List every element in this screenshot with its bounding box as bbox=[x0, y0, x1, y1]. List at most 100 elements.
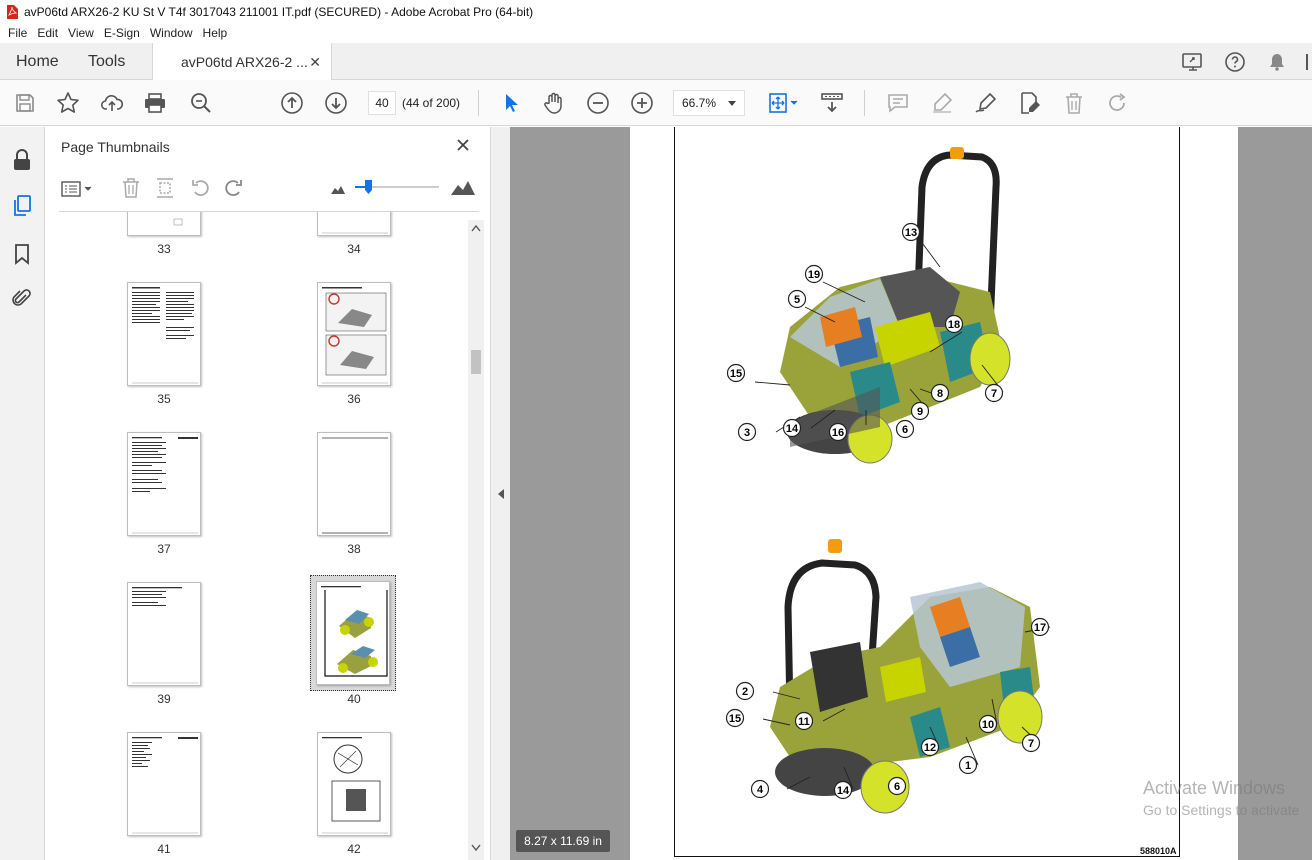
thumbnail-label-40: 40 bbox=[347, 692, 361, 706]
next-page-icon[interactable] bbox=[324, 91, 348, 115]
delete-page-icon[interactable] bbox=[121, 177, 141, 202]
callout-7: 7 bbox=[1021, 733, 1041, 753]
hand-tool-icon[interactable] bbox=[542, 91, 566, 115]
edit-document-icon[interactable] bbox=[1018, 91, 1042, 115]
zoom-in-icon[interactable] bbox=[630, 91, 654, 115]
page-thumbnail-37[interactable] bbox=[127, 432, 201, 536]
more-options-icon[interactable] bbox=[1302, 51, 1312, 73]
comment-icon[interactable] bbox=[886, 91, 910, 115]
zoom-level-select[interactable]: 66.7% bbox=[673, 90, 745, 116]
thumbnail-label-39: 39 bbox=[157, 692, 171, 706]
share-screen-icon[interactable] bbox=[1182, 51, 1204, 73]
scrollbar-thumb[interactable] bbox=[471, 350, 481, 374]
upload-cloud-icon[interactable] bbox=[100, 91, 124, 115]
thumbnail-toolbar bbox=[59, 177, 479, 201]
callout-15: 15 bbox=[726, 363, 746, 383]
page-thumbnail-36[interactable] bbox=[317, 282, 391, 386]
menu-window[interactable]: Window bbox=[146, 26, 197, 40]
page-thumbnail-42[interactable] bbox=[317, 732, 391, 836]
tab-home[interactable]: Home bbox=[16, 43, 59, 80]
callout-16: 16 bbox=[828, 422, 848, 442]
svg-text:15: 15 bbox=[729, 713, 741, 725]
page-fit-icon[interactable] bbox=[765, 91, 801, 115]
select-cursor-icon[interactable] bbox=[499, 91, 523, 115]
page-thumbnail-34[interactable] bbox=[317, 212, 391, 236]
rotate-left-icon[interactable] bbox=[189, 177, 211, 202]
tab-tools[interactable]: Tools bbox=[88, 43, 125, 80]
page-thumbnails-icon[interactable] bbox=[11, 195, 33, 217]
lock-icon[interactable] bbox=[11, 149, 33, 171]
svg-text:9: 9 bbox=[917, 406, 923, 418]
svg-text:19: 19 bbox=[808, 269, 820, 281]
page-number-input[interactable]: 40 bbox=[368, 91, 396, 115]
thumbnails-scrollbar[interactable] bbox=[468, 220, 484, 860]
delete-trash-icon[interactable] bbox=[1062, 91, 1086, 115]
page-thumbnail-41[interactable] bbox=[127, 732, 201, 836]
menu-edit[interactable]: Edit bbox=[33, 26, 62, 40]
page-thumbnail-39[interactable] bbox=[127, 582, 201, 686]
menu-file[interactable]: File bbox=[4, 26, 31, 40]
callout-4: 4 bbox=[750, 779, 770, 799]
svg-text:16: 16 bbox=[832, 427, 844, 439]
bottom-roller-drawing bbox=[770, 539, 1043, 814]
chevron-down-icon bbox=[728, 101, 736, 106]
scroll-mode-icon[interactable] bbox=[820, 91, 844, 115]
callout-13: 13 bbox=[901, 222, 921, 242]
bookmarks-icon[interactable] bbox=[11, 243, 33, 265]
pdf-page: 13 19 5 18 15 7 8 9 3 14 16 6 17 2 15 11 10 7 12 1 4 14 6 588… bbox=[630, 127, 1238, 860]
tab-close-icon[interactable]: ✕ bbox=[309, 54, 321, 71]
page-thumbnail-33[interactable] bbox=[127, 212, 201, 236]
zoom-out-icon[interactable] bbox=[586, 91, 610, 115]
tab-document-label: avP06td ARX26-2 ... bbox=[181, 54, 308, 70]
thumbnail-label-42: 42 bbox=[347, 842, 361, 856]
tab-bar: Home Tools avP06td ARX26-2 ... ✕ bbox=[0, 43, 1312, 81]
page-thumbnail-38[interactable] bbox=[317, 432, 391, 536]
title-bar: avP06td ARX26-2 KU St V T4f 3017043 2110… bbox=[0, 0, 1312, 23]
page-thumbnail-35[interactable] bbox=[127, 282, 201, 386]
notifications-bell-icon[interactable] bbox=[1266, 51, 1288, 73]
tab-document[interactable]: avP06td ARX26-2 ... ✕ bbox=[152, 43, 332, 81]
svg-text:13: 13 bbox=[905, 227, 917, 239]
previous-page-icon[interactable] bbox=[280, 91, 304, 115]
thumbnail-label-36: 36 bbox=[347, 392, 361, 406]
svg-text:6: 6 bbox=[894, 781, 900, 793]
zoom-search-icon[interactable] bbox=[189, 91, 213, 115]
rotate-right-icon[interactable] bbox=[223, 177, 245, 202]
svg-text:7: 7 bbox=[991, 388, 997, 400]
attachments-paperclip-icon[interactable] bbox=[11, 287, 33, 309]
scroll-up-icon[interactable] bbox=[471, 224, 481, 232]
extract-page-icon[interactable] bbox=[155, 177, 175, 202]
thumbnail-label-33: 33 bbox=[157, 242, 171, 256]
svg-text:14: 14 bbox=[786, 423, 799, 435]
menu-view[interactable]: View bbox=[64, 26, 98, 40]
panel-splitter[interactable] bbox=[490, 127, 510, 860]
thumbnail-label-34: 34 bbox=[347, 242, 361, 256]
highlight-pen-icon[interactable] bbox=[930, 91, 954, 115]
sign-pen-icon[interactable] bbox=[974, 91, 998, 115]
acrobat-icon bbox=[7, 4, 18, 19]
thumbnail-list: 33 34 35 36 37 38 39 40 41 42 bbox=[59, 212, 469, 860]
svg-text:18: 18 bbox=[948, 319, 960, 331]
figure-code: 588010A bbox=[1140, 846, 1177, 856]
page-thumbnail-40[interactable] bbox=[316, 581, 390, 685]
collapse-panel-arrow-icon[interactable] bbox=[498, 489, 504, 499]
scroll-down-icon[interactable] bbox=[471, 844, 481, 852]
menu-bar: File Edit View E-Sign Window Help bbox=[0, 23, 1312, 43]
save-icon[interactable] bbox=[13, 91, 37, 115]
menu-esign[interactable]: E-Sign bbox=[100, 26, 144, 40]
bookmark-star-icon[interactable] bbox=[56, 91, 80, 115]
callout-1: 1 bbox=[958, 755, 978, 775]
menu-help[interactable]: Help bbox=[199, 26, 232, 40]
svg-text:2: 2 bbox=[742, 686, 748, 698]
redo-icon[interactable] bbox=[1106, 91, 1130, 115]
print-icon[interactable] bbox=[143, 91, 167, 115]
callout-12: 12 bbox=[920, 737, 940, 757]
thumbnail-size-slider[interactable] bbox=[355, 177, 439, 197]
options-menu-icon[interactable] bbox=[61, 179, 95, 202]
thumbnail-label-38: 38 bbox=[347, 542, 361, 556]
close-icon[interactable] bbox=[455, 137, 471, 153]
activate-windows-title: Activate Windows bbox=[1143, 778, 1286, 798]
help-icon[interactable] bbox=[1224, 51, 1246, 73]
svg-text:3: 3 bbox=[744, 427, 750, 439]
document-view[interactable]: 13 19 5 18 15 7 8 9 3 14 16 6 17 2 15 11 10 7 12 1 4 14 6 588… bbox=[510, 127, 1312, 860]
